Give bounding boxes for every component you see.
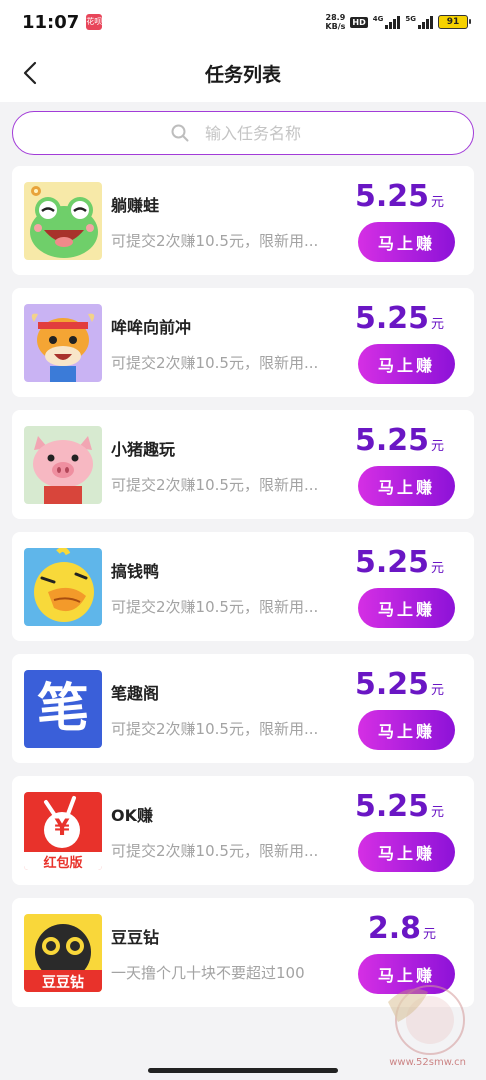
task-reward: 5.25 元 xyxy=(355,301,444,336)
signal-sim2-icon: 5G xyxy=(405,15,433,29)
reward-amount: 5.25 xyxy=(354,667,429,702)
status-bar: 11:07 花呗 28.9 KB/s HD 4G 5G 91 xyxy=(0,0,486,44)
reward-unit: 元 xyxy=(430,439,444,454)
sim2-network-type: 5G xyxy=(405,15,416,23)
task-name: 笔趣阁 xyxy=(111,684,160,703)
task-reward: 5.25 元 xyxy=(355,545,444,580)
task-description: 可提交2次赚10.5元，限新用... xyxy=(111,720,319,738)
reward-unit: 元 xyxy=(422,927,436,942)
network-speed: 28.9 KB/s xyxy=(325,13,345,31)
task-reward: 5.25 元 xyxy=(355,667,444,702)
earn-now-button[interactable]: 马上赚 xyxy=(358,222,455,262)
search-input[interactable] xyxy=(205,123,315,143)
task-card[interactable]: 躺赚蛙 可提交2次赚10.5元，限新用... 5.25 元 马上赚 xyxy=(12,166,474,275)
search-icon xyxy=(171,124,189,142)
task-description: 一天撸个几十块不要超过100 xyxy=(111,964,305,982)
battery-icon: 91 xyxy=(438,15,471,29)
task-list: 躺赚蛙 可提交2次赚10.5元，限新用... 5.25 元 马上赚 哞哞向前冲 … xyxy=(12,166,474,1020)
network-speed-value: 28.9 xyxy=(325,13,346,22)
navigation-bar: 任务列表 xyxy=(0,44,486,102)
ok-earn-icon-char: ¥ xyxy=(54,816,70,841)
task-card[interactable]: 小猪趣玩 可提交2次赚10.5元，限新用... 5.25 元 马上赚 xyxy=(12,410,474,519)
home-indicator[interactable] xyxy=(148,1068,338,1073)
signal-sim1-icon: 4G xyxy=(373,15,401,29)
ok-earn-icon-caption: 红包版 xyxy=(43,856,83,870)
task-description: 可提交2次赚10.5元，限新用... xyxy=(111,842,319,860)
watermark-url: www.52smw.cn xyxy=(389,1057,466,1068)
reward-amount: 5.25 xyxy=(354,301,429,336)
battery-level: 91 xyxy=(446,17,460,27)
reward-unit: 元 xyxy=(430,683,444,698)
task-name: 搞钱鸭 xyxy=(111,562,160,581)
task-reward: 5.25 元 xyxy=(355,423,444,458)
hd-voice-icon: HD xyxy=(350,16,368,28)
duck-icon xyxy=(24,548,102,626)
chevron-left-icon xyxy=(23,61,37,85)
reward-unit: 元 xyxy=(430,317,444,332)
reward-amount: 2.8 xyxy=(367,911,421,946)
task-card[interactable]: 哞哞向前冲 可提交2次赚10.5元，限新用... 5.25 元 马上赚 xyxy=(12,288,474,397)
reward-amount: 5.25 xyxy=(354,179,429,214)
task-reward: 5.25 元 xyxy=(355,789,444,824)
ok-earn-icon: ¥ 红包版 xyxy=(24,792,102,870)
task-description: 可提交2次赚10.5元，限新用... xyxy=(111,232,319,250)
page-title: 任务列表 xyxy=(204,63,281,86)
notification-app-icon: 花呗 xyxy=(86,14,103,30)
task-name: 哞哞向前冲 xyxy=(111,318,192,337)
earn-now-button[interactable]: 马上赚 xyxy=(358,466,455,506)
sim1-network-type: 4G xyxy=(372,15,384,23)
task-name: 躺赚蛙 xyxy=(111,196,160,215)
task-reward: 5.25 元 xyxy=(355,179,444,214)
earn-now-button[interactable]: 马上赚 xyxy=(358,588,455,628)
reward-unit: 元 xyxy=(430,805,444,820)
notification-app-badge: 花呗 xyxy=(86,17,103,26)
task-description: 可提交2次赚10.5元，限新用... xyxy=(111,598,319,616)
status-indicators: 28.9 KB/s HD 4G 5G 91 xyxy=(325,13,471,31)
task-description: 可提交2次赚10.5元，限新用... xyxy=(111,354,319,372)
earn-now-button[interactable]: 马上赚 xyxy=(358,832,455,872)
task-card[interactable]: 搞钱鸭 可提交2次赚10.5元，限新用... 5.25 元 马上赚 xyxy=(12,532,474,641)
book-app-icon: 笔 xyxy=(24,670,102,748)
search-bar[interactable] xyxy=(12,111,474,155)
task-name: OK赚 xyxy=(111,806,154,825)
network-speed-unit: KB/s xyxy=(325,22,346,31)
pig-icon xyxy=(24,426,102,504)
doudou-icon-caption: 豆豆钻 xyxy=(42,975,84,991)
cow-icon xyxy=(24,304,102,382)
reward-amount: 5.25 xyxy=(354,545,429,580)
earn-now-button[interactable]: 马上赚 xyxy=(358,344,455,384)
task-description: 可提交2次赚10.5元，限新用... xyxy=(111,476,319,494)
task-reward: 2.8 元 xyxy=(368,911,436,946)
reward-amount: 5.25 xyxy=(354,423,429,458)
task-name: 小猪趣玩 xyxy=(111,440,176,459)
back-button[interactable] xyxy=(14,57,46,89)
doudou-icon: 豆豆钻 xyxy=(24,914,102,992)
reward-unit: 元 xyxy=(430,561,444,576)
earn-now-button[interactable]: 马上赚 xyxy=(358,710,455,750)
book-app-icon-char: 笔 xyxy=(36,679,89,739)
status-time: 11:07 xyxy=(22,11,80,33)
reward-unit: 元 xyxy=(430,195,444,210)
reward-amount: 5.25 xyxy=(354,789,429,824)
task-card[interactable]: ¥ 红包版 OK赚 可提交2次赚10.5元，限新用... 5.25 元 马上赚 xyxy=(12,776,474,885)
task-card[interactable]: 笔 笔趣阁 可提交2次赚10.5元，限新用... 5.25 元 马上赚 xyxy=(12,654,474,763)
task-name: 豆豆钻 xyxy=(111,928,160,947)
frog-icon xyxy=(24,182,102,260)
